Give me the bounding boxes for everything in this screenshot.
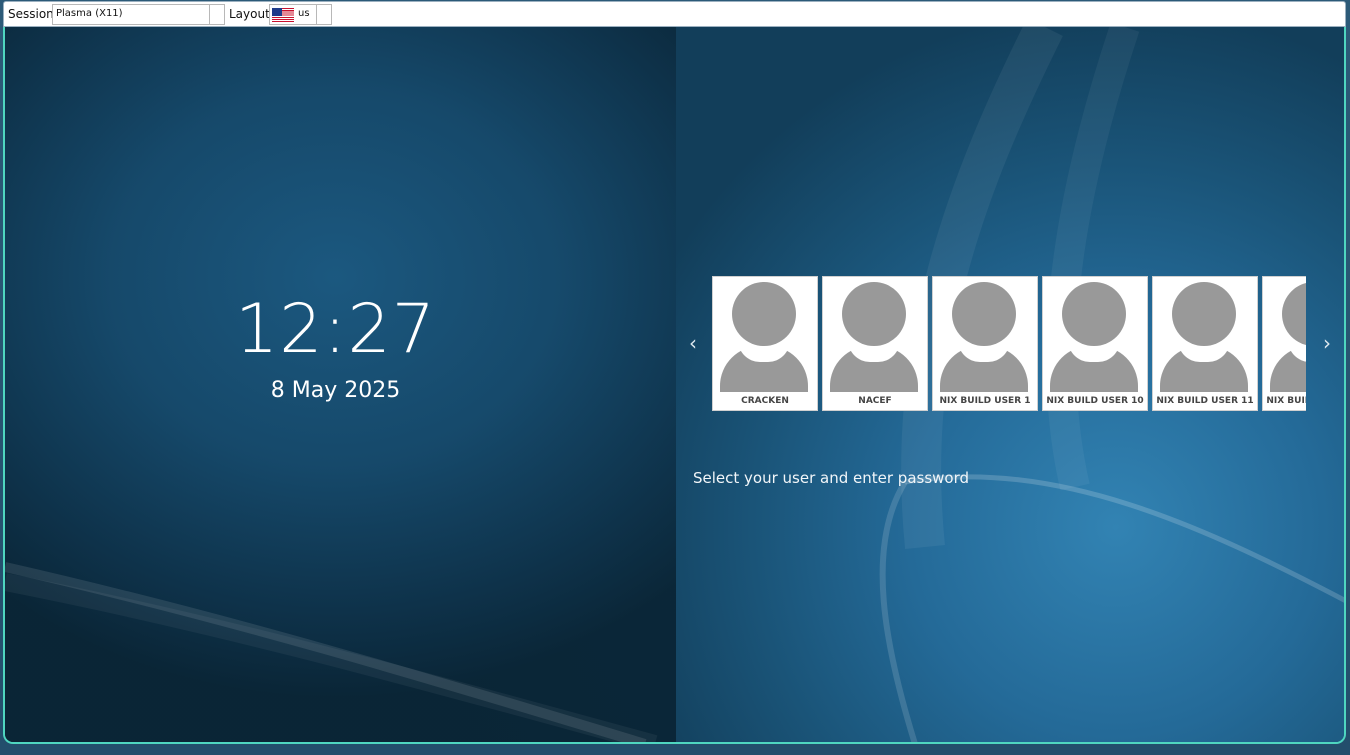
user-card-nix-build-user-10[interactable]: NIX BUILD USER 10 — [1042, 276, 1148, 411]
us-flag-icon — [272, 8, 294, 22]
user-name: NIX BUILD USER 1 — [939, 396, 1031, 406]
session-value: Plasma (X11) — [56, 8, 123, 19]
clock-date: 8 May 2025 — [270, 378, 401, 403]
chevron-right-icon[interactable]: › — [1320, 333, 1334, 353]
clock-time: 12:27 — [235, 290, 436, 369]
user-avatar-icon — [718, 282, 810, 392]
user-name: NACEF — [858, 396, 892, 406]
login-window: Session Plasma (X11) Layout us 12:27 8 M… — [0, 0, 1350, 755]
user-avatar-icon — [1048, 282, 1140, 392]
user-card-cracken[interactable]: CRACKEN — [712, 276, 818, 411]
user-avatar-icon — [828, 282, 920, 392]
user-list: CRACKEN NACEF NIX BUILD USER 1 NIX BUILD… — [708, 276, 1306, 412]
user-name: NIX BUILD USER 10 — [1046, 396, 1144, 406]
layout-dropdown-arrow-icon[interactable] — [316, 5, 331, 24]
layout-select[interactable]: us — [269, 4, 332, 25]
user-avatar-icon — [938, 282, 1030, 392]
top-toolbar: Session Plasma (X11) Layout us — [3, 1, 1346, 27]
user-name: CRACKEN — [741, 396, 789, 406]
user-avatar-icon — [1158, 282, 1250, 392]
user-card-nix-build-user-1[interactable]: NIX BUILD USER 1 — [932, 276, 1038, 411]
login-prompt: Select your user and enter password — [693, 469, 970, 487]
user-name: NIX BUILD USER 12 — [1266, 396, 1306, 406]
user-name: NIX BUILD USER 11 — [1156, 396, 1254, 406]
session-label: Session — [8, 7, 54, 21]
session-select[interactable]: Plasma (X11) — [52, 4, 225, 25]
user-card-nacef[interactable]: NACEF — [822, 276, 928, 411]
user-card-nix-build-user-12[interactable]: NIX BUILD USER 12 — [1262, 276, 1306, 411]
layout-label: Layout — [229, 7, 270, 21]
user-avatar-icon — [1268, 282, 1306, 392]
layout-value: us — [298, 8, 310, 19]
chevron-left-icon[interactable]: ‹ — [686, 333, 700, 353]
user-card-nix-build-user-11[interactable]: NIX BUILD USER 11 — [1152, 276, 1258, 411]
session-dropdown-arrow-icon[interactable] — [209, 5, 224, 24]
